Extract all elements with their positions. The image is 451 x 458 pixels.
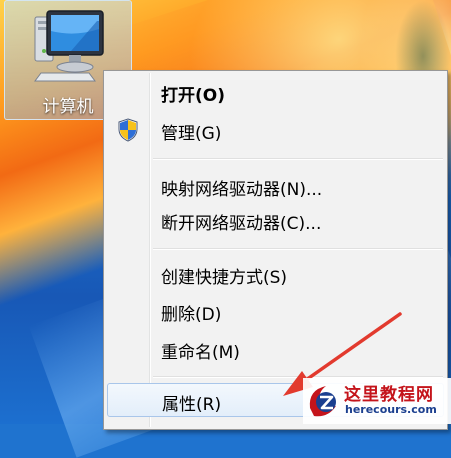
watermark-url: herecours.com [345,403,437,416]
watermark-title: 这里教程网 [344,385,434,405]
annotation-arrow [283,312,402,396]
watermark-logo-icon [309,386,336,417]
